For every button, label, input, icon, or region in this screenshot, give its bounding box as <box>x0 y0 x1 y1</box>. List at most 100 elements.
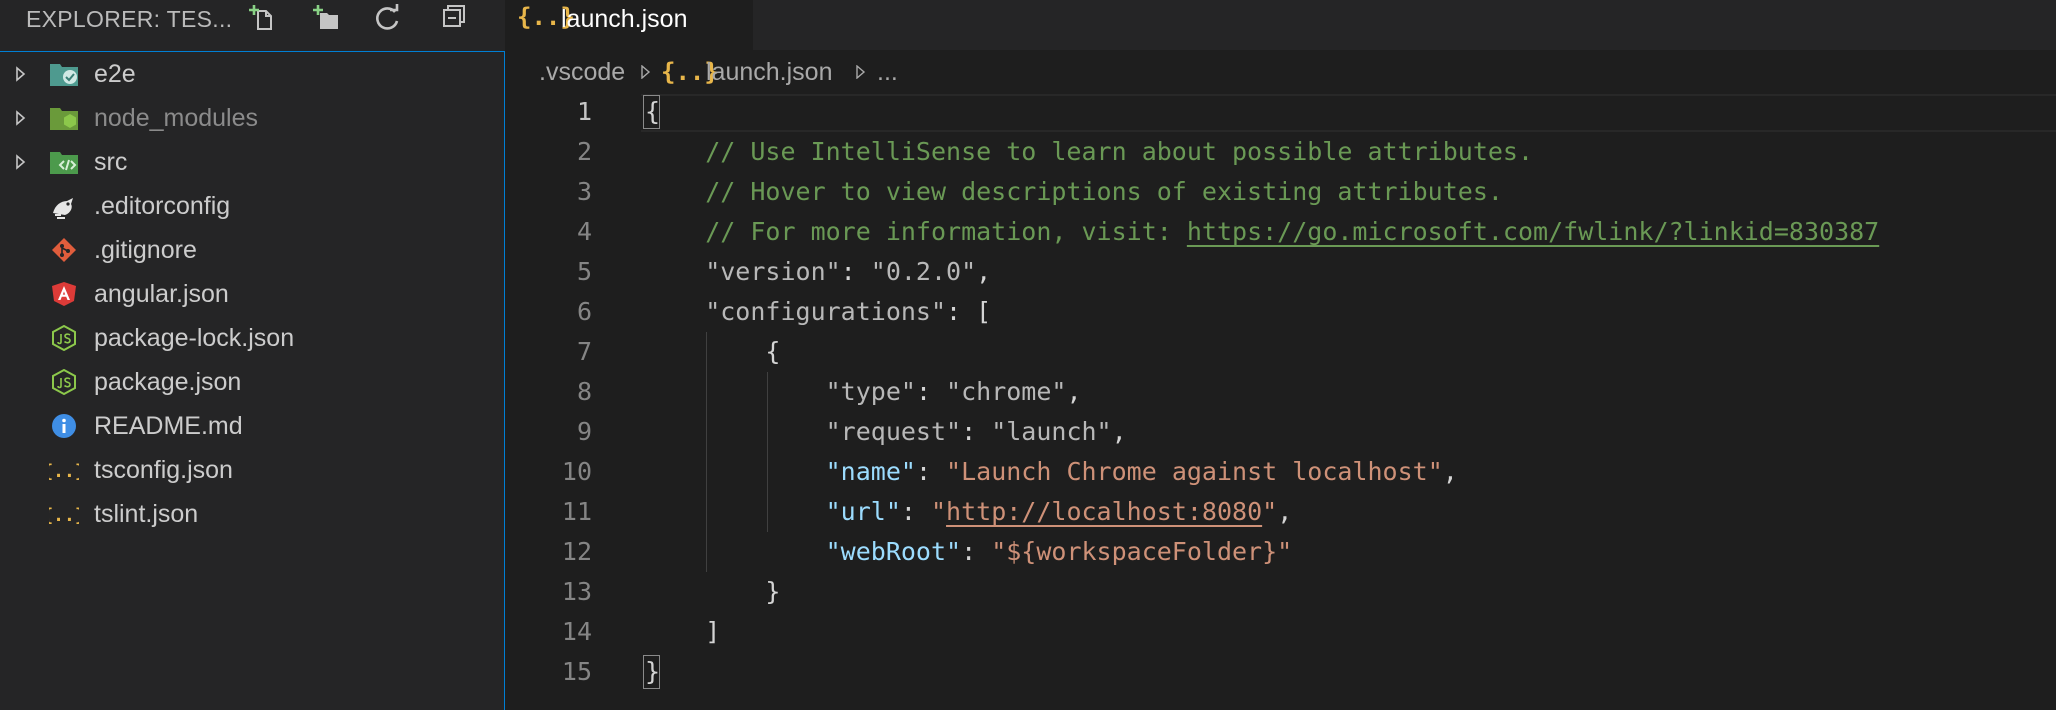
explorer-header: EXPLORER: TES... <box>0 0 505 50</box>
tree-item-label: package.json <box>94 368 242 396</box>
code-token: , <box>1442 457 1458 486</box>
new-file-icon <box>249 5 272 30</box>
tree-item-label: tslint.json <box>94 500 199 528</box>
json-icon: {..} <box>49 461 79 482</box>
code-token: "webRoot" <box>645 537 962 566</box>
code-line[interactable]: 4 // For more information, visit: https:… <box>505 212 2056 252</box>
tree-item-node-modules[interactable]: node_modules <box>0 96 503 140</box>
folder-src-icon <box>50 152 78 174</box>
tree-item-readme[interactable]: README.md <box>0 404 503 448</box>
tree-item-gitignore[interactable]: .gitignore <box>0 228 503 272</box>
code-editor[interactable]: 1{2 // Use IntelliSense to learn about p… <box>505 92 2056 710</box>
code-line[interactable]: 8 "type": "chrome", <box>505 372 2056 412</box>
line-content: // For more information, visit: https://… <box>645 212 1879 252</box>
line-content: "name": "Launch Chrome against localhost… <box>645 452 1458 492</box>
refresh-button[interactable] <box>368 0 408 36</box>
json-icon: {..} <box>49 505 79 526</box>
new-file-button[interactable] <box>242 0 282 36</box>
tree-item-label: tsconfig.json <box>94 456 233 484</box>
tab-bar: {..} launch.json <box>505 0 2056 50</box>
code-token: "${workspaceFolder}" <box>991 537 1293 566</box>
angular-icon <box>52 282 76 306</box>
tree-item-editorconfig[interactable]: .editorconfig <box>0 184 503 228</box>
folder-node-icon <box>50 108 78 130</box>
tree-item-e2e[interactable]: e2e <box>0 52 503 96</box>
breadcrumb-file[interactable]: launch.json <box>706 52 832 92</box>
new-folder-icon <box>313 5 338 29</box>
code-token: { <box>645 97 661 126</box>
tree-item-tslint-json[interactable]: {..} tslint.json <box>0 492 503 536</box>
code-token: "type" <box>645 377 916 406</box>
code-line[interactable]: 14 ] <box>505 612 2056 652</box>
breadcrumb: .vscode {..} launch.json ... <box>505 52 2056 92</box>
svg-text:{..}: {..} <box>49 461 79 482</box>
code-token: : <box>900 497 931 526</box>
line-number: 15 <box>561 657 592 686</box>
tree-item-label: README.md <box>94 412 243 440</box>
folder-e2e-icon <box>50 64 78 86</box>
line-number: 11 <box>561 497 592 526</box>
code-line[interactable]: 10 "name": "Launch Chrome against localh… <box>505 452 2056 492</box>
code-line[interactable]: 1{ <box>505 92 2056 132</box>
line-content: // Hover to view descriptions of existin… <box>645 172 1503 212</box>
code-token: "0.2.0" <box>870 257 977 286</box>
code-line[interactable]: 12 "webRoot": "${workspaceFolder}" <box>505 532 2056 572</box>
code-token: : <box>915 377 947 406</box>
breadcrumb-more[interactable]: ... <box>877 52 898 92</box>
line-number: 10 <box>561 457 592 486</box>
tree-item-label: .gitignore <box>94 236 197 264</box>
code-token: // Hover to view descriptions of existin… <box>645 177 1503 206</box>
tab-launch-json[interactable]: {..} launch.json <box>505 0 753 50</box>
code-token: : <box>915 457 947 486</box>
code-token: { <box>645 337 781 366</box>
line-content: } <box>645 652 660 692</box>
line-content: { <box>645 332 780 372</box>
line-content: // Use IntelliSense to learn about possi… <box>645 132 1533 172</box>
code-line[interactable]: 2 // Use IntelliSense to learn about pos… <box>505 132 2056 172</box>
svg-text:{..}: {..} <box>49 505 79 526</box>
code-token: , <box>1066 377 1082 406</box>
line-number: 6 <box>576 297 592 326</box>
code-line[interactable]: 3 // Hover to view descriptions of exist… <box>505 172 2056 212</box>
code-line[interactable]: 11 "url": "http://localhost:8080", <box>505 492 2056 532</box>
tree-item-package-lock-json[interactable]: package-lock.json <box>0 316 503 360</box>
code-line[interactable]: 15} <box>505 652 2056 692</box>
tree-item-src[interactable]: src <box>0 140 503 184</box>
tree-item-label: e2e <box>94 60 136 88</box>
code-link[interactable]: http://localhost:8080 <box>946 497 1262 526</box>
line-number: 2 <box>576 137 592 166</box>
collapse-all-button[interactable] <box>434 0 474 36</box>
code-token: : <box>961 537 992 566</box>
nodejs-icon <box>52 325 76 351</box>
code-token: } <box>645 577 781 606</box>
tree-item-package-json[interactable]: package.json <box>0 360 503 404</box>
line-content: } <box>645 572 780 612</box>
code-line[interactable]: 9 "request": "launch", <box>505 412 2056 452</box>
code-line[interactable]: 6 "configurations": [ <box>505 292 2056 332</box>
line-content: "url": "http://localhost:8080", <box>645 492 1293 532</box>
code-token: " <box>1262 497 1278 526</box>
code-token: "name" <box>645 457 916 486</box>
line-number: 8 <box>576 377 592 406</box>
refresh-icon <box>376 4 399 30</box>
tree-item-angular-json[interactable]: angular.json <box>0 272 503 316</box>
code-line[interactable]: 5 "version": "0.2.0", <box>505 252 2056 292</box>
code-link[interactable]: https://go.microsoft.com/fwlink/?linkid=… <box>1187 217 1879 246</box>
line-number: 5 <box>576 257 592 286</box>
breadcrumb-folder[interactable]: .vscode <box>539 52 625 92</box>
code-token: // For more information, visit: <box>645 217 1187 246</box>
tree-item-label: src <box>94 148 128 176</box>
code-token: , <box>1277 497 1293 526</box>
code-token: , <box>976 257 992 286</box>
line-number: 1 <box>576 97 592 126</box>
tree-item-tsconfig-json[interactable]: {..} tsconfig.json <box>0 448 503 492</box>
line-content: "type": "chrome", <box>645 372 1082 412</box>
line-number: 3 <box>576 177 592 206</box>
new-folder-button[interactable] <box>306 0 346 36</box>
collapse-all-icon <box>443 5 465 27</box>
code-token: " <box>930 497 947 526</box>
code-line[interactable]: 13 } <box>505 572 2056 612</box>
code-line[interactable]: 7 { <box>505 332 2056 372</box>
line-content: ] <box>645 612 720 652</box>
chevron-right-icon <box>641 65 651 79</box>
